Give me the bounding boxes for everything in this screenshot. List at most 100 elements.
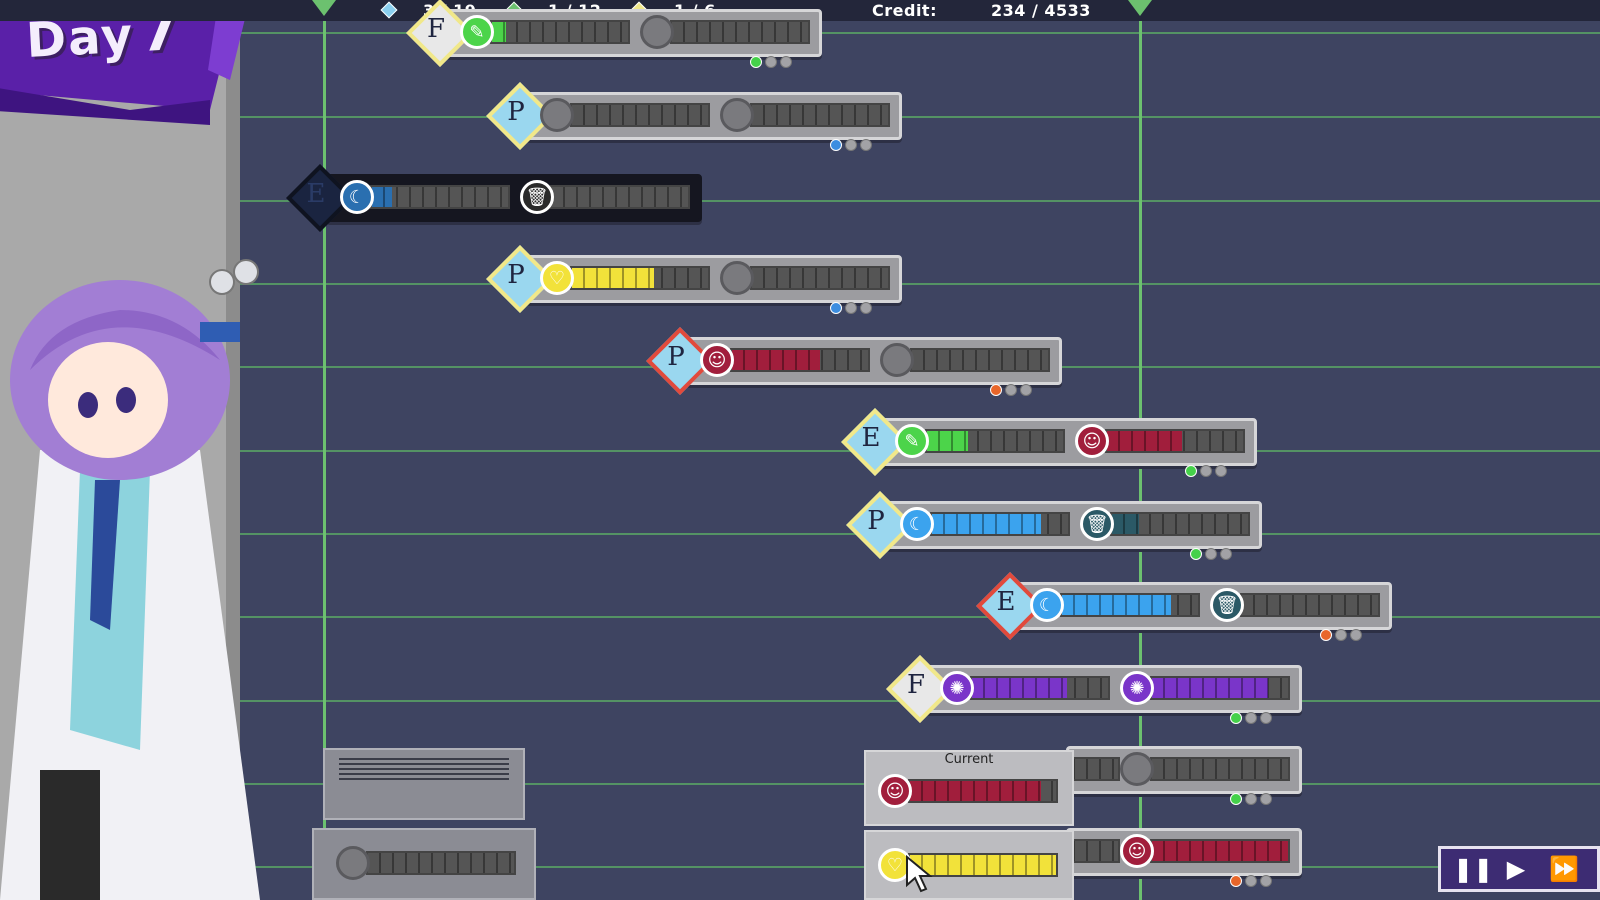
priority-dots (750, 53, 795, 68)
progress-ticks (1152, 678, 1288, 698)
heart-icon: ♡ (540, 261, 574, 295)
progress-ticks (1152, 759, 1288, 779)
held-task-box[interactable]: ♡ (864, 830, 1074, 900)
empty-slot-icon (540, 98, 574, 132)
smile-icon: ☺ (1075, 424, 1109, 458)
task-card[interactable]: P ♡ (486, 245, 902, 314)
task-card[interactable]: F ✺ ✺ (886, 655, 1302, 724)
progress-track (1150, 676, 1290, 700)
task-type-letter: F (426, 14, 446, 44)
current-label: Current (944, 752, 994, 767)
progress-ticks (1112, 514, 1248, 534)
progress-track (970, 676, 1110, 700)
task-slot-2: 🗑 (1080, 507, 1250, 543)
progress-ticks (927, 431, 1063, 451)
progress-track (910, 348, 1050, 372)
machine-slot-box[interactable] (312, 828, 536, 900)
progress-ticks (732, 350, 868, 370)
progress-ticks (910, 781, 1056, 801)
machine-vent (339, 758, 509, 780)
trash-icon: 🗑 (520, 180, 554, 214)
task-slot-2: 🗑 (520, 180, 690, 216)
progress-track (670, 20, 810, 44)
task-slot-2 (720, 98, 890, 134)
play-button[interactable]: ▶ (1501, 855, 1531, 883)
progress-track (1060, 593, 1200, 617)
purple-flame-icon: ✺ (1120, 671, 1154, 705)
task-slot-2: 🗑 (1210, 588, 1380, 624)
priority-dot (1245, 712, 1257, 724)
schedule-row-line (240, 616, 1600, 618)
task-slot-1: ☾ (1030, 588, 1200, 624)
priority-dot (1190, 548, 1202, 560)
priority-dots (1230, 790, 1275, 805)
priority-dot (1230, 793, 1242, 805)
priority-dot (845, 139, 857, 151)
progress-ticks (492, 22, 628, 42)
progress-track (1150, 839, 1290, 863)
moon-icon: ☾ (900, 507, 934, 541)
empty-slot-icon (720, 98, 754, 132)
priority-dot (1350, 629, 1362, 641)
task-slot-2 (720, 261, 890, 297)
current-task-box[interactable]: Current ☺ (864, 750, 1074, 826)
progress-ticks (932, 514, 1068, 534)
pause-button[interactable]: ❚❚ (1453, 855, 1493, 883)
progress-track (730, 348, 870, 372)
progress-track (750, 266, 890, 290)
smile-icon: ☺ (1120, 834, 1154, 868)
task-card[interactable]: P (486, 82, 902, 151)
priority-dot (990, 384, 1002, 396)
priority-dot (1220, 548, 1232, 560)
priority-dot (1215, 465, 1227, 477)
moon-icon: ☾ (340, 180, 374, 214)
progress-track (550, 185, 690, 209)
priority-dot (750, 56, 762, 68)
task-type-letter: P (667, 342, 685, 372)
progress-track (925, 429, 1065, 453)
priority-dot (860, 302, 872, 314)
priority-dot (1260, 875, 1272, 887)
priority-dots (1185, 462, 1230, 477)
progress-ticks (1242, 595, 1378, 615)
fast-forward-button[interactable]: ⏩ (1549, 855, 1579, 883)
priority-dots (1230, 872, 1275, 887)
progress-ticks (572, 268, 708, 288)
progress-ticks (1062, 595, 1198, 615)
task-card[interactable]: E ☾ 🗑 (286, 164, 702, 232)
progress-track (370, 185, 510, 209)
task-slot-1: ☾ (900, 507, 1070, 543)
priority-dot (830, 302, 842, 314)
progress-track (366, 851, 516, 875)
priority-dots (1190, 545, 1235, 560)
trash-icon: 🗑 (1080, 507, 1114, 541)
priority-dot (1320, 629, 1332, 641)
task-type-letter: P (507, 97, 525, 127)
task-card[interactable]: F ✎ (406, 0, 822, 68)
priority-dot (845, 302, 857, 314)
task-type-letter: F (906, 670, 926, 700)
scientist-character (0, 259, 260, 900)
progress-track (1150, 757, 1290, 781)
task-card[interactable]: E ✎ ☺ (841, 408, 1257, 477)
task-slot-1 (540, 98, 710, 134)
priority-dot (1260, 793, 1272, 805)
priority-dot (1200, 465, 1212, 477)
task-slot-1: ✎ (460, 15, 630, 51)
mouse-cursor-icon (906, 855, 933, 893)
task-card[interactable]: P ☺ (646, 327, 1062, 396)
progress-ticks (752, 105, 888, 125)
task-card[interactable]: P ☾ 🗑 (846, 491, 1262, 560)
task-card[interactable]: E ☾ 🗑 (976, 572, 1392, 641)
task-type-letter: E (996, 587, 1016, 617)
progress-ticks (1152, 841, 1288, 861)
progress-track (1110, 512, 1250, 536)
priority-dot (1230, 712, 1242, 724)
smile-icon: ☺ (700, 343, 734, 377)
current-slot-1: ☺ (878, 774, 1058, 810)
progress-track (1105, 429, 1245, 453)
task-slot-2 (880, 343, 1050, 379)
task-type-letter: E (861, 423, 881, 453)
moon-icon: ☾ (1030, 588, 1064, 622)
priority-dot (860, 139, 872, 151)
